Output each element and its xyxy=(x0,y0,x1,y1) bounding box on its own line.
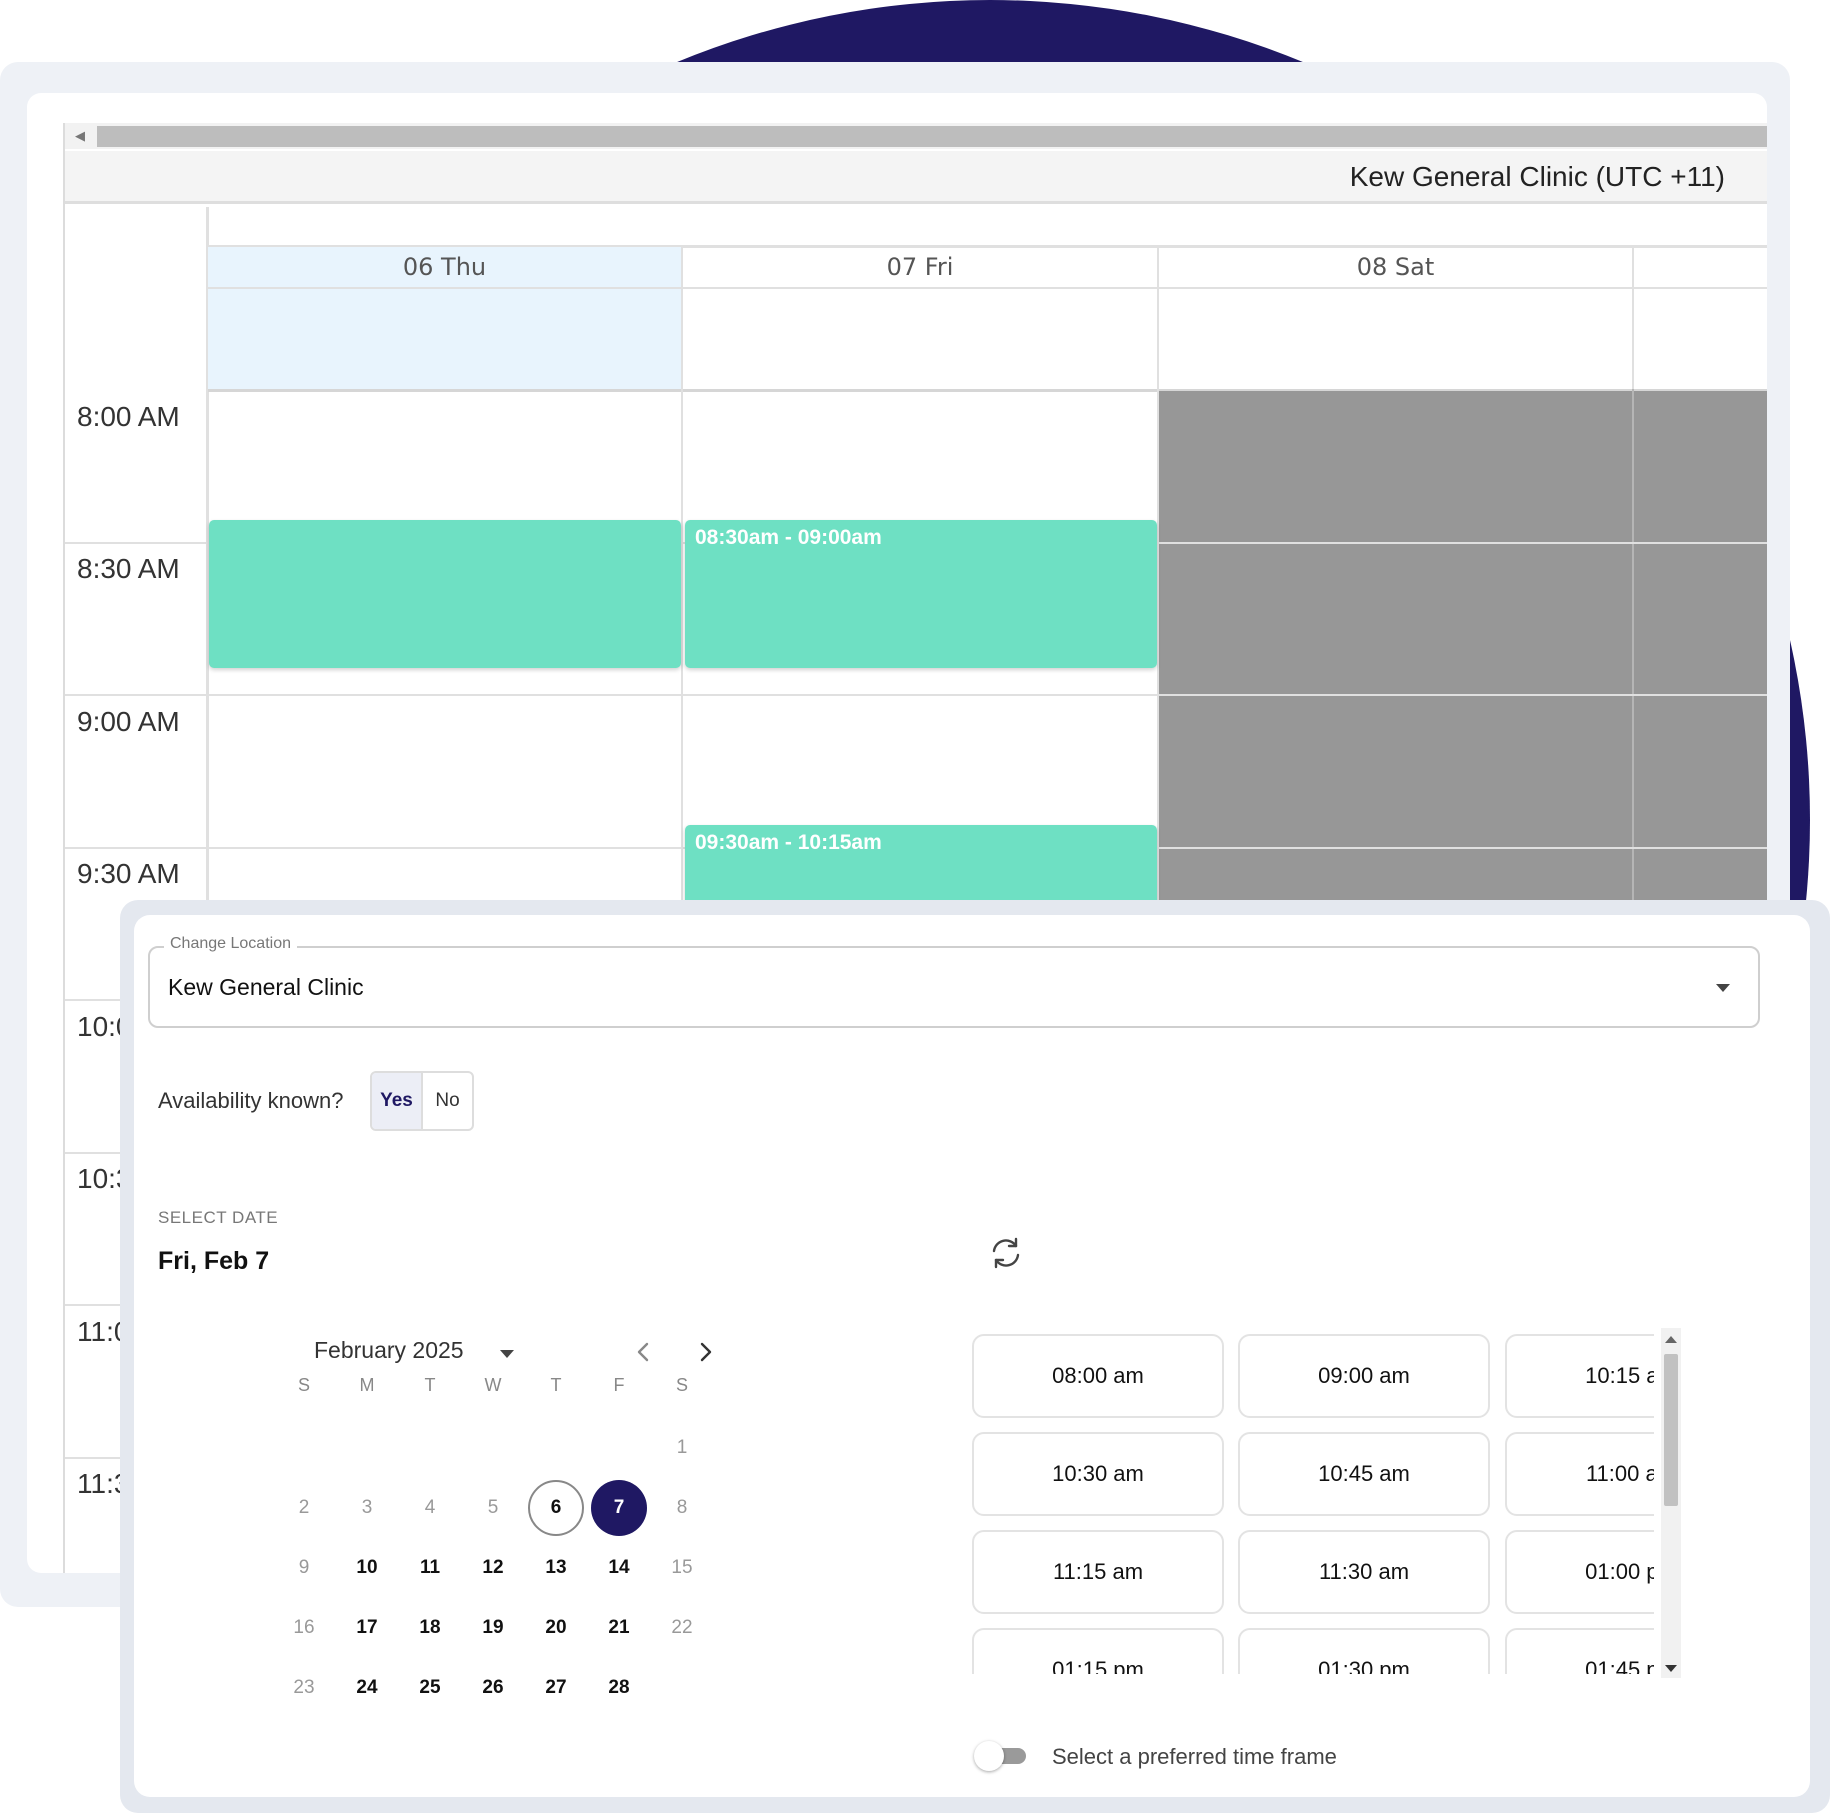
calendar-day-today[interactable]: 6 xyxy=(528,1480,584,1536)
date-header-band xyxy=(208,207,1767,248)
calendar-day[interactable]: 26 xyxy=(465,1660,521,1716)
time-slot-button[interactable]: 01:00 pm xyxy=(1505,1530,1654,1614)
location-select-value: Kew General Clinic xyxy=(168,974,364,1000)
scroll-thumb[interactable] xyxy=(1664,1354,1678,1506)
selected-date: Fri, Feb 7 xyxy=(158,1247,270,1275)
weekday-header: W xyxy=(484,1374,502,1395)
calendar-day[interactable]: 4 xyxy=(402,1480,458,1536)
calendar-day[interactable]: 3 xyxy=(339,1480,395,1536)
calendar-day[interactable]: 18 xyxy=(402,1600,458,1656)
weekday-header: F xyxy=(613,1374,625,1395)
refresh-icon[interactable] xyxy=(986,1233,1026,1273)
scroll-down-icon[interactable] xyxy=(1665,1665,1677,1672)
time-slot-button[interactable]: 10:45 am xyxy=(1238,1432,1490,1516)
availability-label: Availability known? xyxy=(158,1088,344,1113)
time-slot-button[interactable]: 01:45 pm xyxy=(1505,1628,1654,1674)
calendar-day[interactable]: 10 xyxy=(339,1540,395,1596)
time-slot-button[interactable]: 11:30 am xyxy=(1238,1530,1490,1614)
weekday-header: S xyxy=(675,1374,688,1395)
time-label: 9:30 AM xyxy=(77,858,180,889)
scroll-up-icon[interactable] xyxy=(1665,1336,1677,1343)
appointment-block[interactable]: 08:30am - 09:00am xyxy=(685,520,1157,668)
time-slot-button[interactable]: 01:15 pm xyxy=(972,1628,1224,1674)
weekday-header: S xyxy=(297,1374,310,1395)
toggle-knob xyxy=(974,1741,1004,1771)
time-label: 9:00 AM xyxy=(77,706,180,737)
calendar-day[interactable]: 19 xyxy=(465,1600,521,1656)
time-slot-scrollbar[interactable] xyxy=(1661,1328,1681,1678)
appointment-block[interactable] xyxy=(209,520,681,668)
time-label: 8:30 AM xyxy=(77,553,180,584)
calendar-day[interactable]: 23 xyxy=(276,1660,332,1716)
time-slot-button[interactable]: 01:30 pm xyxy=(1238,1628,1490,1674)
time-slot-button[interactable]: 11:15 am xyxy=(972,1530,1224,1614)
weekday-header: T xyxy=(424,1374,436,1395)
preferred-time-toggle[interactable] xyxy=(974,1741,1030,1771)
calendar-day[interactable]: 27 xyxy=(528,1660,584,1716)
select-date-caption: SELECT DATE xyxy=(158,1208,279,1227)
preferred-time-label: Select a preferred time frame xyxy=(1052,1744,1337,1769)
weekday-header: M xyxy=(359,1374,375,1395)
calendar-day[interactable]: 8 xyxy=(654,1480,710,1536)
calendar-day[interactable]: 25 xyxy=(402,1660,458,1716)
all-day-cell[interactable] xyxy=(208,289,683,392)
calendar-day[interactable]: 17 xyxy=(339,1600,395,1656)
calendar-day[interactable]: 15 xyxy=(654,1540,710,1596)
calendar-day[interactable]: 24 xyxy=(339,1660,395,1716)
all-day-cell[interactable] xyxy=(683,289,1159,392)
availability-no-button[interactable]: No xyxy=(423,1073,472,1129)
weekday-header: T xyxy=(550,1374,562,1395)
day-header-thu[interactable]: 06 Thu xyxy=(208,247,683,289)
calendar-day[interactable]: 11 xyxy=(402,1540,458,1596)
availability-toggle[interactable]: Yes No xyxy=(370,1071,474,1131)
time-slot-button[interactable]: 10:15 am xyxy=(1505,1334,1654,1418)
location-title: Kew General Clinic (UTC +11) xyxy=(1349,161,1725,192)
calendar-day[interactable]: 1 xyxy=(654,1420,710,1476)
calendar-day[interactable]: 22 xyxy=(654,1600,710,1656)
time-label: 8:00 AM xyxy=(77,401,180,432)
calendar-day[interactable]: 28 xyxy=(591,1660,647,1716)
calendar-day[interactable]: 2 xyxy=(276,1480,332,1536)
time-slot-button[interactable]: 08:00 am xyxy=(972,1334,1224,1418)
scroll-thumb[interactable] xyxy=(97,126,1767,147)
location-select-legend: Change Location xyxy=(164,935,297,953)
calendar-day[interactable]: 9 xyxy=(276,1540,332,1596)
calendar-day[interactable]: 12 xyxy=(465,1540,521,1596)
calendar-day-selected[interactable]: 7 xyxy=(591,1480,647,1536)
horizontal-scrollbar[interactable]: ◀ xyxy=(65,123,1767,149)
availability-yes-button[interactable]: Yes xyxy=(372,1073,423,1129)
dropdown-caret-icon[interactable] xyxy=(500,1350,514,1358)
calendar-day[interactable]: 5 xyxy=(465,1480,521,1536)
day-header-sat[interactable]: 08 Sat xyxy=(1159,247,1634,289)
time-slot-button[interactable]: 10:30 am xyxy=(972,1432,1224,1516)
slot-divider xyxy=(65,694,1767,696)
booking-panel: Change Location Kew General Clinic Avail… xyxy=(134,915,1810,1797)
calendar-day[interactable]: 20 xyxy=(528,1600,584,1656)
day-header-sun[interactable] xyxy=(1634,247,1767,289)
calendar-day[interactable]: 14 xyxy=(591,1540,647,1596)
location-select[interactable]: Change Location Kew General Clinic xyxy=(148,935,1760,1028)
time-slot-button[interactable]: 09:00 am xyxy=(1238,1334,1490,1418)
all-day-cell[interactable] xyxy=(1159,289,1634,392)
dropdown-caret-icon[interactable] xyxy=(1716,984,1730,992)
all-day-cell[interactable] xyxy=(1634,289,1767,392)
location-header: Kew General Clinic (UTC +11) xyxy=(65,151,1767,204)
calendar-day[interactable]: 21 xyxy=(591,1600,647,1656)
day-header-fri[interactable]: 07 Fri xyxy=(683,247,1159,289)
scroll-left-icon[interactable]: ◀ xyxy=(65,123,95,149)
time-slot-list: 08:00 am 09:00 am 10:15 am 10:30 am 10:4… xyxy=(972,1334,1654,1674)
calendar-day[interactable]: 13 xyxy=(528,1540,584,1596)
calendar-day[interactable]: 16 xyxy=(276,1600,332,1656)
time-slot-button[interactable]: 11:00 am xyxy=(1505,1432,1654,1516)
